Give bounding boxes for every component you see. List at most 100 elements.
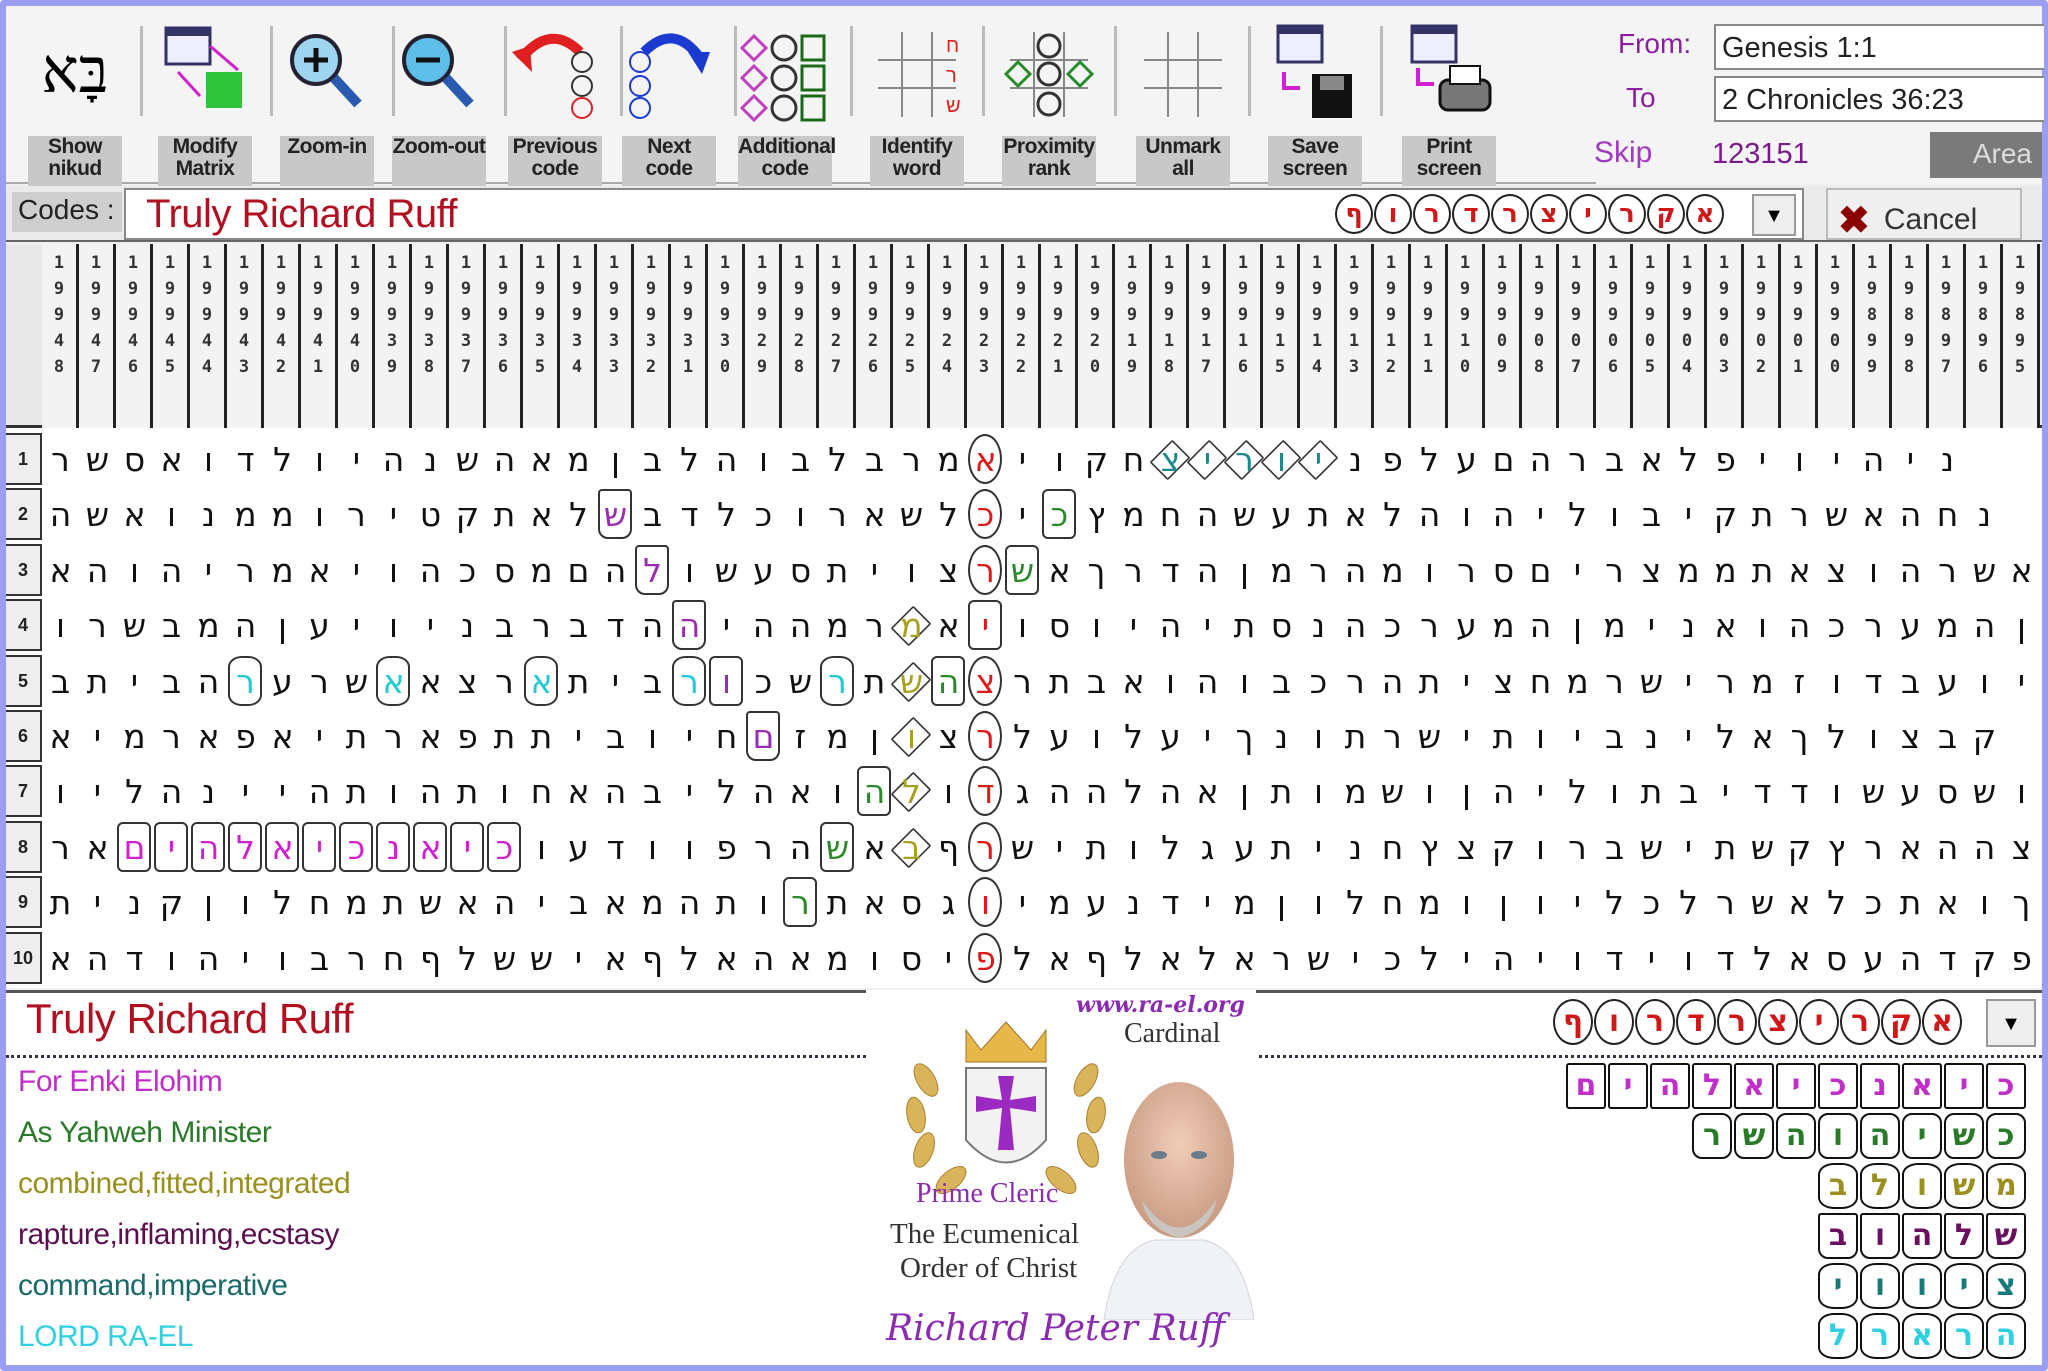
matrix-cell[interactable]: ך (2003, 875, 2040, 930)
column-header[interactable]: 1 9 8 9 6 (1966, 244, 2003, 428)
matrix-cell[interactable]: מ (1707, 543, 1744, 598)
matrix-cell[interactable]: א (1041, 931, 1078, 986)
matrix-cell[interactable]: מ (523, 543, 560, 598)
show-nikud-button[interactable]: בָּא Show nikud (16, 18, 134, 188)
matrix-cell[interactable]: ד (1929, 931, 1966, 986)
matrix-cell[interactable]: ת (1263, 820, 1300, 875)
matrix-cell[interactable]: ר (42, 432, 79, 487)
column-header[interactable]: 1 9 9 0 0 (1818, 244, 1855, 428)
matrix-cell[interactable]: א (449, 875, 486, 930)
matrix-cell[interactable]: ד (116, 931, 153, 986)
matrix-cell[interactable]: ב (153, 598, 190, 653)
matrix-cell[interactable]: מ (1485, 598, 1522, 653)
matrix-cell[interactable]: ג (930, 875, 967, 930)
matrix-cell[interactable]: ר (1929, 543, 1966, 598)
matrix-cell[interactable]: י (1670, 820, 1707, 875)
column-header[interactable]: 1 9 9 1 1 (1411, 244, 1448, 428)
matrix-cell[interactable]: ו (1115, 820, 1152, 875)
matrix-cell[interactable]: א (523, 654, 560, 709)
matrix-cell[interactable]: נ (1929, 432, 1966, 487)
matrix-cell[interactable]: נ (1263, 709, 1300, 764)
matrix-cell[interactable]: ת (449, 764, 486, 819)
matrix-cell[interactable]: ת (42, 875, 79, 930)
matrix-cell[interactable]: ו (1855, 543, 1892, 598)
matrix-cell[interactable]: ץ (1818, 820, 1855, 875)
matrix-cell[interactable]: ה (745, 598, 782, 653)
column-header[interactable]: 1 9 9 3 9 (375, 244, 412, 428)
matrix-cell[interactable]: ם (116, 820, 153, 875)
matrix-cell[interactable]: ך (1226, 709, 1263, 764)
matrix-cell[interactable]: ר (1115, 543, 1152, 598)
matrix-cell[interactable]: י (449, 820, 486, 875)
matrix-cell[interactable]: ג (1004, 764, 1041, 819)
matrix-cell[interactable]: ו (42, 598, 79, 653)
column-header[interactable]: 1 9 9 1 5 (1263, 244, 1300, 428)
matrix-cell[interactable]: ע (560, 820, 597, 875)
modify-matrix-button[interactable]: Modify Matrix (146, 18, 264, 188)
matrix-cell[interactable]: ד (597, 598, 634, 653)
additional-code-button[interactable]: Additional code (726, 18, 844, 188)
row-number[interactable]: 8 (6, 820, 42, 873)
matrix-cell[interactable]: ש (449, 432, 486, 487)
matrix-cell[interactable]: ז (1781, 654, 1818, 709)
matrix-cell[interactable]: א (42, 931, 79, 986)
matrix-cell[interactable]: ב (1892, 654, 1929, 709)
matrix-cell[interactable]: ו (1596, 764, 1633, 819)
matrix-cell[interactable]: ו (1818, 654, 1855, 709)
matrix-cell[interactable]: ל (671, 432, 708, 487)
matrix-cell[interactable]: ק (1966, 709, 2003, 764)
matrix-cell[interactable]: ד (1781, 764, 1818, 819)
matrix-cell[interactable]: י (1186, 432, 1228, 487)
to-input[interactable]: 2 Chronicles 36:23 (1714, 76, 2044, 122)
matrix-cell[interactable]: ת (338, 709, 375, 764)
matrix-cell[interactable]: ד (1707, 931, 1744, 986)
matrix-cell[interactable]: י (1633, 931, 1670, 986)
results-dropdown-button[interactable]: ▼ (1986, 999, 2036, 1047)
matrix-cell[interactable]: א (597, 875, 634, 930)
matrix-cell[interactable]: ש (338, 654, 375, 709)
matrix-cell[interactable]: ו (890, 709, 932, 764)
matrix-cell[interactable]: ה (708, 432, 745, 487)
matrix-cell[interactable]: ה (1929, 820, 1966, 875)
matrix-cell[interactable]: ן (597, 432, 634, 487)
matrix-cell[interactable]: פ (1707, 432, 1744, 487)
matrix-cell[interactable]: ב (1596, 820, 1633, 875)
matrix-cell[interactable]: ו (1670, 931, 1707, 986)
from-input[interactable]: Genesis 1:1 (1714, 24, 2044, 70)
matrix-cell[interactable]: ל (1744, 931, 1781, 986)
matrix-cell[interactable]: י (375, 487, 412, 542)
matrix-cell[interactable]: מ (930, 432, 967, 487)
matrix-cell[interactable]: י (1707, 764, 1744, 819)
matrix-cell[interactable]: כ (745, 487, 782, 542)
identify-word-button[interactable]: ח ר ש Identify word (858, 18, 976, 188)
matrix-cell[interactable]: ת (1263, 764, 1300, 819)
matrix-cell[interactable]: ש (116, 598, 153, 653)
matrix-cell[interactable]: ס (893, 931, 930, 986)
matrix-cell[interactable]: ב (560, 598, 597, 653)
matrix-cell[interactable]: מ (264, 487, 301, 542)
column-header[interactable]: 1 9 9 3 4 (560, 244, 597, 428)
matrix-cell[interactable]: ש (1744, 875, 1781, 930)
matrix-cell[interactable]: ר (1263, 931, 1300, 986)
matrix-cell[interactable]: ה (1966, 598, 2003, 653)
matrix-cell[interactable]: ה (930, 654, 967, 709)
previous-code-button[interactable]: Previous code (496, 18, 614, 188)
matrix-cell[interactable]: ע (1078, 875, 1115, 930)
matrix-cell[interactable]: צ (930, 709, 967, 764)
matrix-cell[interactable]: ב (486, 598, 523, 653)
matrix-cell[interactable]: א (1929, 875, 1966, 930)
matrix-cell[interactable]: ט (412, 487, 449, 542)
matrix-cell[interactable]: ו (671, 543, 708, 598)
matrix-cell[interactable]: ב (1670, 764, 1707, 819)
matrix-cell[interactable]: ה (597, 764, 634, 819)
matrix-cell[interactable]: י (1004, 875, 1041, 930)
matrix-cell[interactable]: ת (1744, 543, 1781, 598)
matrix-cell[interactable]: ו (1966, 654, 2003, 709)
matrix-cell[interactable]: ו (967, 875, 1004, 930)
matrix-cell[interactable]: ן (1226, 764, 1263, 819)
matrix-cell[interactable]: ץ (1078, 487, 1115, 542)
matrix-cell[interactable]: ס (1485, 543, 1522, 598)
matrix-cell[interactable]: ר (671, 654, 708, 709)
row-number[interactable]: 4 (6, 599, 42, 652)
matrix-cell[interactable]: נ (375, 820, 412, 875)
